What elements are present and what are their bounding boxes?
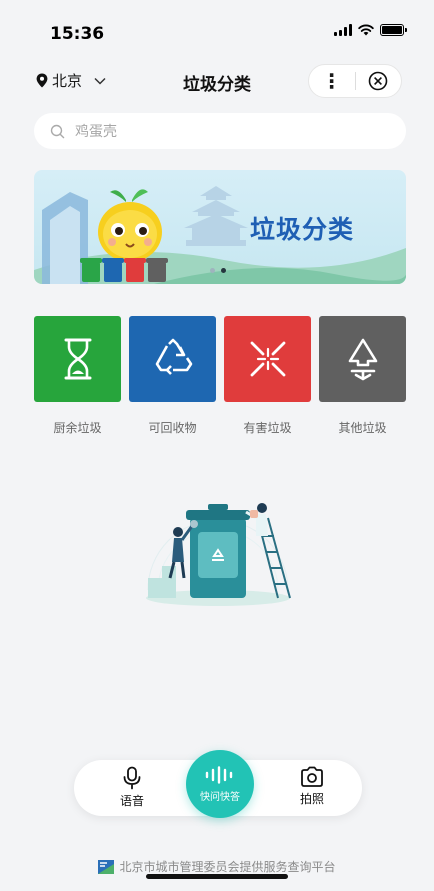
hourglass-icon bbox=[64, 338, 91, 380]
battery-icon bbox=[380, 24, 407, 36]
quick-answer-label: 快问快答 bbox=[200, 791, 240, 803]
category-label: 可回收物 bbox=[148, 421, 197, 435]
carousel-dot bbox=[210, 268, 215, 273]
search-icon bbox=[50, 124, 65, 138]
cellular-signal-icon bbox=[334, 24, 352, 36]
other-waste-icon bbox=[348, 338, 377, 381]
category-other-waste[interactable]: 其他垃圾 bbox=[319, 316, 406, 436]
microphone-icon bbox=[123, 766, 141, 790]
footer-text: 北京市城市管理委员会提供服务查询平台 bbox=[119, 860, 336, 874]
category-label: 有害垃圾 bbox=[243, 421, 292, 435]
category-grid: 厨余垃圾 可回收物 有害垃圾 其他垃圾 bbox=[34, 316, 406, 436]
category-recyclable[interactable]: 可回收物 bbox=[129, 316, 216, 436]
recycle-icon bbox=[155, 338, 192, 375]
carousel-indicator bbox=[210, 268, 226, 273]
photo-button[interactable]: 拍照 bbox=[282, 766, 342, 807]
search-placeholder: 鸡蛋壳 bbox=[75, 124, 117, 140]
category-kitchen-waste[interactable]: 厨余垃圾 bbox=[34, 316, 121, 436]
voice-button[interactable]: 语音 bbox=[102, 766, 162, 809]
sound-wave-icon bbox=[205, 765, 233, 784]
category-tile[interactable] bbox=[34, 316, 121, 402]
status-time: 15:36 bbox=[50, 24, 105, 44]
carousel-dot-active bbox=[221, 268, 226, 273]
nav-bar: 北京 垃圾分类 ⋮ bbox=[0, 60, 434, 102]
status-bar: 15:36 bbox=[0, 0, 434, 56]
status-icons bbox=[334, 24, 407, 36]
category-tile[interactable] bbox=[319, 316, 406, 402]
banner-carousel[interactable]: 垃圾分类 bbox=[34, 170, 406, 284]
quick-answer-button[interactable]: 快问快答 bbox=[186, 750, 254, 818]
city-management-logo-icon bbox=[98, 859, 115, 874]
photo-label: 拍照 bbox=[299, 792, 324, 806]
search-input[interactable]: 鸡蛋壳 bbox=[34, 113, 406, 149]
close-circle-icon bbox=[368, 71, 388, 91]
banner-title: 垃圾分类 bbox=[250, 215, 355, 244]
voice-label: 语音 bbox=[119, 794, 144, 808]
mini-program-capsule: ⋮ bbox=[308, 64, 402, 98]
category-label: 其他垃圾 bbox=[338, 421, 387, 435]
home-indicator bbox=[146, 874, 288, 879]
category-label: 厨余垃圾 bbox=[53, 421, 102, 435]
category-hazardous[interactable]: 有害垃圾 bbox=[224, 316, 311, 436]
category-tile[interactable] bbox=[129, 316, 216, 402]
hazard-icon bbox=[250, 341, 285, 377]
footer: 北京市城市管理委员会提供服务查询平台 bbox=[0, 858, 434, 875]
close-button[interactable] bbox=[355, 71, 401, 91]
category-tile[interactable] bbox=[224, 316, 311, 402]
camera-icon bbox=[301, 766, 323, 787]
wifi-icon bbox=[358, 24, 374, 36]
recycling-illustration bbox=[146, 503, 291, 606]
more-icon[interactable]: ⋮ bbox=[309, 64, 355, 98]
